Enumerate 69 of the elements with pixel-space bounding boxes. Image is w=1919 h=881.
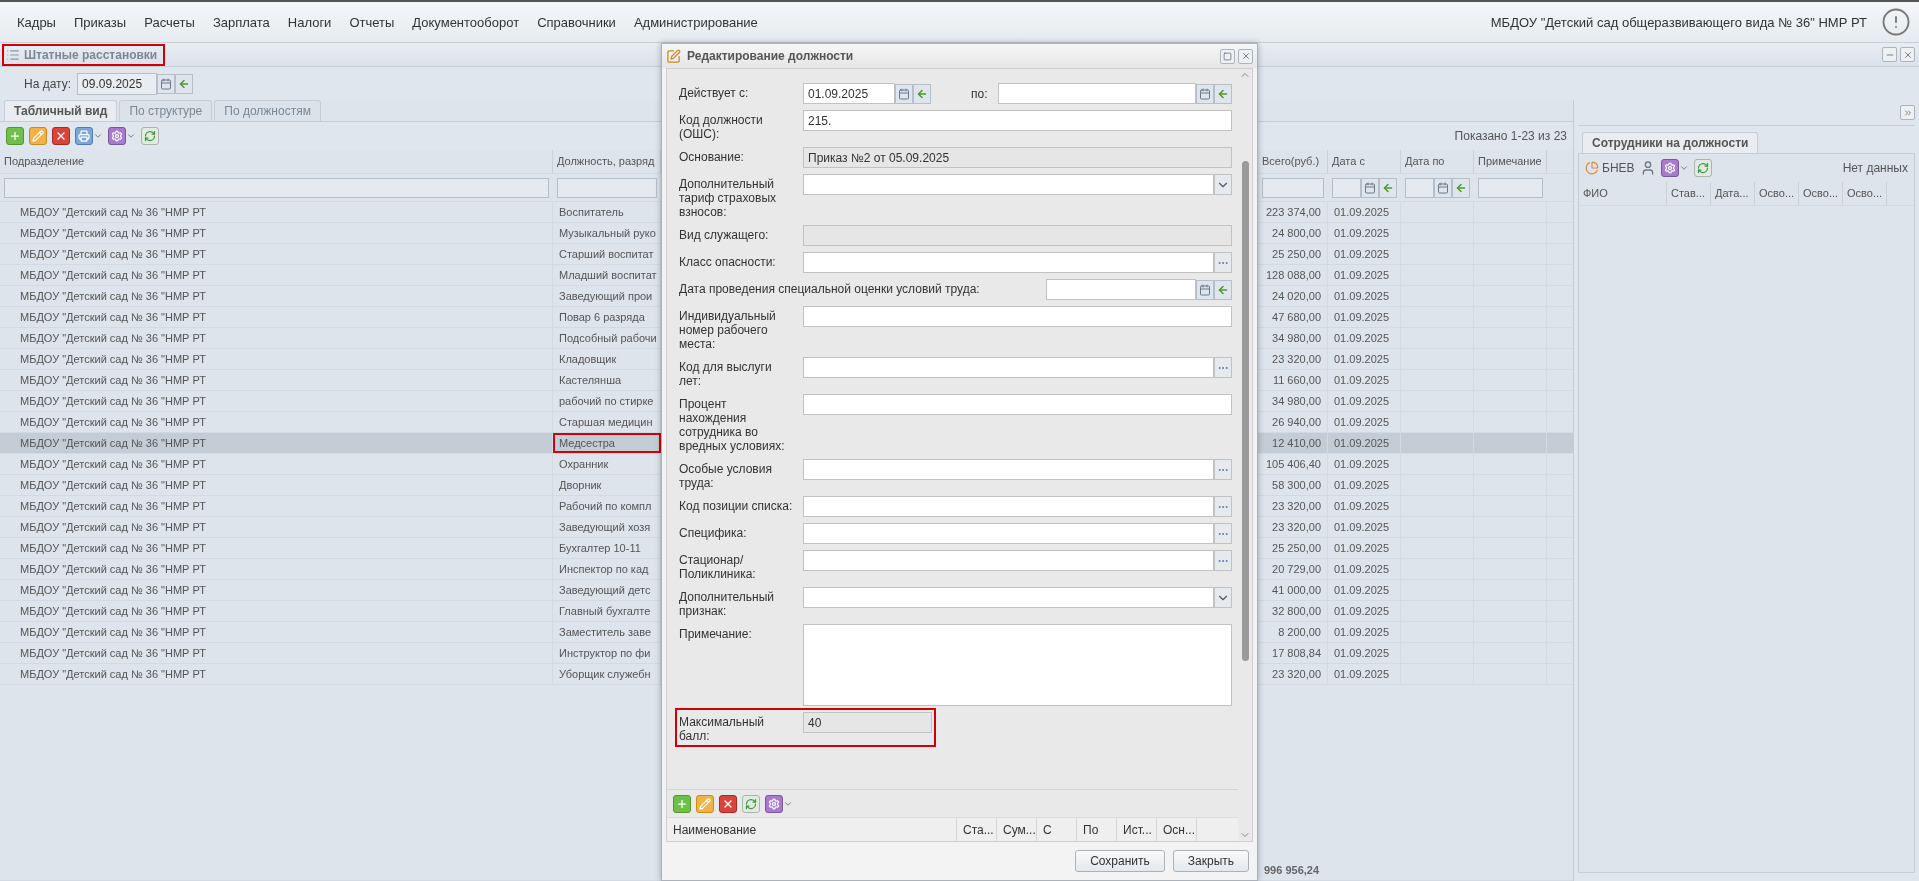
table-cell: 01.09.2025 [1328,223,1401,243]
paging-info: Показано 1-23 из 23 [1454,129,1567,143]
table-cell: 01.09.2025 [1328,265,1401,285]
table-cell: МБДОУ "Детский сад № 36 "НМР РТ [0,412,553,432]
dialog-title: Редактирование должности [687,49,854,63]
field-label: Основание: [679,149,745,164]
table-cell: МБДОУ "Детский сад № 36 "НМР РТ [0,202,553,222]
table-cell: Медсестра [553,433,661,453]
table-cell: 01.09.2025 [1328,664,1401,684]
table-cell: 01.09.2025 [1328,328,1401,348]
table-cell: 01.09.2025 [1328,433,1401,453]
table-cell: МБДОУ "Детский сад № 36 "НМР РТ [0,601,553,621]
table-cell: 01.09.2025 [1328,391,1401,411]
table-cell: 01.09.2025 [1328,475,1401,495]
table-cell: МБДОУ "Детский сад № 36 "НМР РТ [0,622,553,642]
table-cell: МБДОУ "Детский сад № 36 "НМР РТ [0,580,553,600]
table-cell: МБДОУ "Детский сад № 36 "НМР РТ [0,370,553,390]
table-cell: МБДОУ "Детский сад № 36 "НМР РТ [0,454,553,474]
table-cell: 01.09.2025 [1328,622,1401,642]
status-text: Нет данных [1842,161,1908,175]
table-cell: МБДОУ "Детский сад № 36 "НМР РТ [0,307,553,327]
field-label: Дополнительный признак: [679,589,776,618]
table-cell: МБДОУ "Детский сад № 36 "НМР РТ [0,223,553,243]
field-label: Действует с: [679,85,750,100]
field-label: Код должности (ОШС): [679,112,764,141]
table-cell: 01.09.2025 [1328,517,1401,537]
field-label: Процент нахождения сотрудника во вредных условиях: [679,396,786,453]
table-cell: МБДОУ "Детский сад № 36 "НМР РТ [0,244,553,264]
table-cell: 01.09.2025 [1328,454,1401,474]
panel-title: Штатные расстановки [24,47,158,62]
table-cell: МБДОУ "Детский сад № 36 "НМР РТ [0,538,553,558]
table-cell: 01.09.2025 [1328,244,1401,264]
field-label: Максимальный балл: [679,714,766,743]
table-cell: МБДОУ "Детский сад № 36 "НМР РТ [0,391,553,411]
table-cell: МБДОУ "Детский сад № 36 "НМР РТ [0,286,553,306]
table-cell: МБДОУ "Детский сад № 36 "НМР РТ [0,517,553,537]
field-label: Индивидуальный номер рабочего места: [679,308,777,351]
table-cell: МБДОУ "Детский сад № 36 "НМР РТ [0,559,553,579]
table-cell: МБДОУ "Детский сад № 36 "НМР РТ [0,349,553,369]
table-cell: МБДОУ "Детский сад № 36 "НМР РТ [0,643,553,663]
table-cell: МБДОУ "Детский сад № 36 "НМР РТ [0,265,553,285]
table-cell: 01.09.2025 [1328,559,1401,579]
field-label: Вид служащего: [679,227,770,242]
organization-name: МБДОУ "Детский сад общеразвивающего вида № 36" НМР РТ [1490,14,1867,30]
table-cell: 01.09.2025 [1328,538,1401,558]
field-label: Примечание: [679,626,753,641]
field-label: Особые условия труда: [679,461,773,490]
table-cell: МБДОУ "Детский сад № 36 "НМР РТ [0,496,553,516]
table-cell: МБДОУ "Детский сад № 36 "НМР РТ [0,328,553,348]
field-label: Дополнительный тариф страховых взносов: [679,176,777,219]
field-label: Код для выслуги лет: [679,359,773,388]
table-cell: 01.09.2025 [1328,202,1401,222]
table-cell: 01.09.2025 [1328,307,1401,327]
table-cell: 01.09.2025 [1328,496,1401,516]
table-cell: 01.09.2025 [1328,601,1401,621]
table-cell: МБДОУ "Детский сад № 36 "НМР РТ [0,664,553,684]
table-cell: 01.09.2025 [1328,643,1401,663]
table-cell: 01.09.2025 [1328,580,1401,600]
field-label: Специфика: [679,525,748,540]
table-cell: 01.09.2025 [1328,412,1401,432]
field-label: Код позиции списка: [679,498,794,513]
table-cell: 01.09.2025 [1328,286,1401,306]
table-cell: 01.09.2025 [1328,370,1401,390]
table-cell: МБДОУ "Детский сад № 36 "НМР РТ [0,433,553,453]
table-cell: 01.09.2025 [1328,349,1401,369]
field-label: по: [970,86,988,101]
total-sum: 996 956,24 [1263,862,1321,878]
table-cell: МБДОУ "Детский сад № 36 "НМР РТ [0,475,553,495]
date-label: На дату: [24,76,72,91]
